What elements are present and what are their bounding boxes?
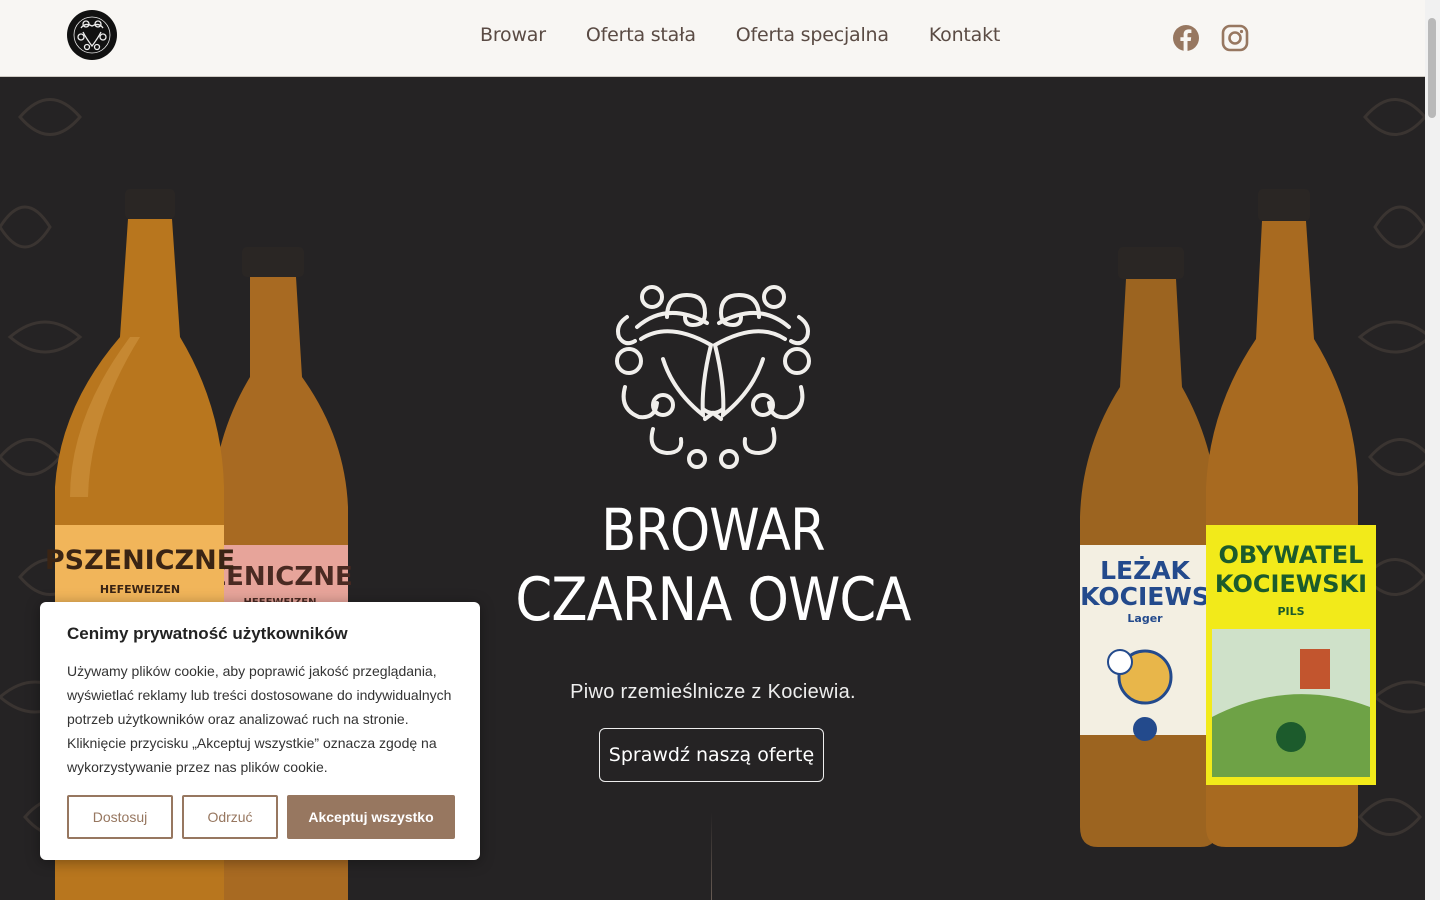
nav-link-browar[interactable]: Browar [480,24,546,46]
hero-title-line2: CZARNA OWCA [515,565,911,635]
cookie-consent-banner: Cenimy prywatność użytkowników Używamy p… [40,602,480,860]
top-navbar: Browar Oferta stała Oferta specjalna Kon… [0,0,1425,77]
svg-text:KOCIEWS: KOCIEWS [1080,582,1210,611]
cookie-title: Cenimy prywatność użytkowników [67,624,348,643]
accept-all-button[interactable]: Akceptuj wszystko [287,795,455,839]
main-nav: Browar Oferta stała Oferta specjalna Kon… [480,24,1000,46]
nav-link-oferta-specjalna[interactable]: Oferta specjalna [736,24,889,46]
nav-link-kontakt[interactable]: Kontakt [929,24,1001,46]
svg-text:HEFEWEIZEN: HEFEWEIZEN [100,583,180,596]
page-scrollbar[interactable] [1425,0,1440,900]
facebook-icon[interactable] [1172,24,1200,57]
svg-text:Lager: Lager [1127,612,1163,625]
hero-content: BROWAR CZARNA OWCA Piwo rzemieślnicze z … [470,77,956,900]
check-offer-button[interactable]: Sprawdź naszą ofertę [599,728,824,782]
scrollbar-thumb[interactable] [1428,18,1436,118]
cookie-buttons: Dostosuj Odrzuć Akceptuj wszystko [67,795,455,839]
customize-button[interactable]: Dostosuj [67,795,173,839]
svg-text:OBYWATEL: OBYWATEL [1219,541,1364,569]
reject-button[interactable]: Odrzuć [182,795,278,839]
bottle-right-back: LEŻAK KOCIEWS Lager [1080,247,1218,847]
svg-text:LEŻAK: LEŻAK [1100,556,1191,585]
instagram-icon[interactable] [1221,24,1249,57]
brand-logo[interactable] [67,10,117,60]
bottle-right-front: OBYWATEL KOCIEWSKI PILS [1206,189,1376,847]
hero-tagline: Piwo rzemieślnicze z Kociewia. [570,681,856,703]
hero-title-line1: BROWAR [601,496,825,564]
bottles-right: LEŻAK KOCIEWS Lager OBYWATEL KOCIEWSKI P… [1080,189,1376,847]
svg-text:KOCIEWSKI: KOCIEWSKI [1215,570,1367,598]
svg-text:PILS: PILS [1277,605,1304,618]
sheep-logo-icon [615,285,811,469]
scroll-line [711,812,712,900]
nav-link-oferta-stala[interactable]: Oferta stała [586,24,696,46]
cookie-text: Używamy plików cookie, aby poprawić jako… [67,663,452,775]
svg-text:PSZENICZNE: PSZENICZNE [45,545,235,576]
